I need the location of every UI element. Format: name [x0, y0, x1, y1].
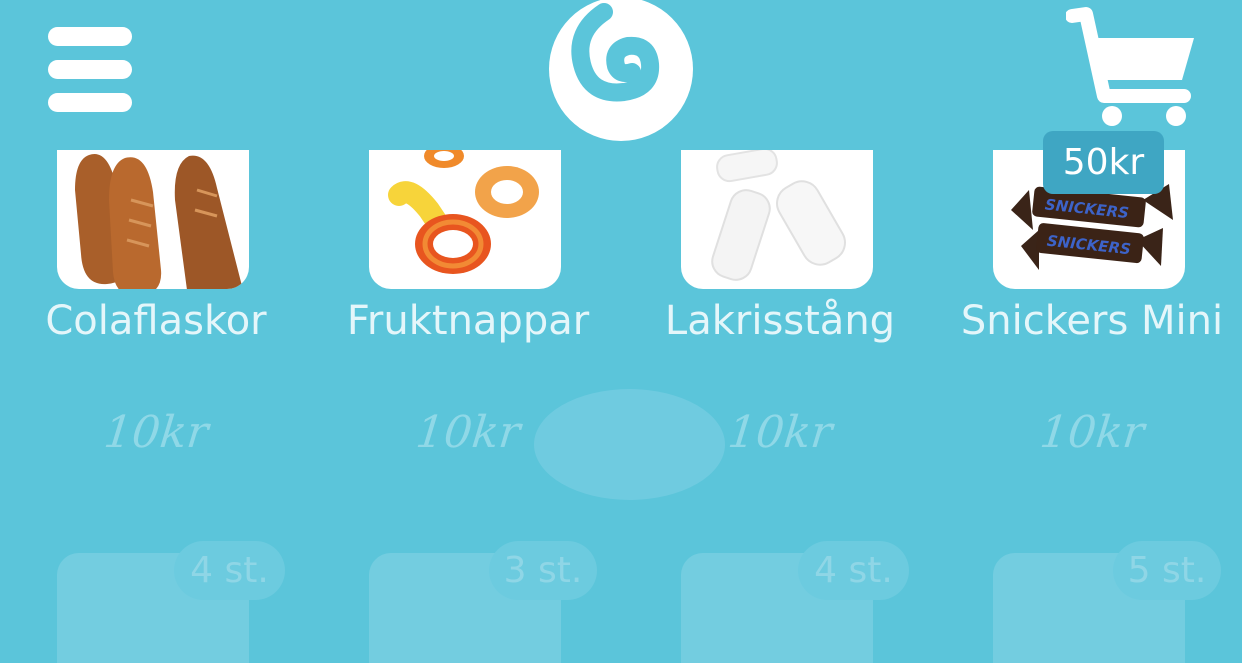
- product-name: Lakrisstång: [664, 298, 896, 344]
- product-price: 10kr: [725, 407, 835, 458]
- product-name: Snickers Mini: [960, 298, 1224, 344]
- swirl-logo-icon[interactable]: [546, 0, 696, 144]
- product-price: 10kr: [1037, 407, 1147, 458]
- product-price: 10kr: [413, 407, 523, 458]
- product-name: Fruktnappar: [346, 298, 590, 344]
- cart-total-badge[interactable]: 50kr: [1043, 131, 1164, 194]
- product-price: 10kr: [101, 407, 211, 458]
- hamburger-menu-icon[interactable]: [48, 27, 132, 112]
- top-bar: [0, 0, 1242, 150]
- stock-badge: 3 st.: [489, 541, 597, 600]
- shopping-cart-icon[interactable]: [1065, 4, 1206, 134]
- product-name: Colaflaskor: [45, 298, 267, 344]
- stock-badge: 4 st.: [174, 541, 285, 600]
- stock-badge: 4 st.: [798, 541, 909, 600]
- stock-badge: 5 st.: [1113, 541, 1221, 600]
